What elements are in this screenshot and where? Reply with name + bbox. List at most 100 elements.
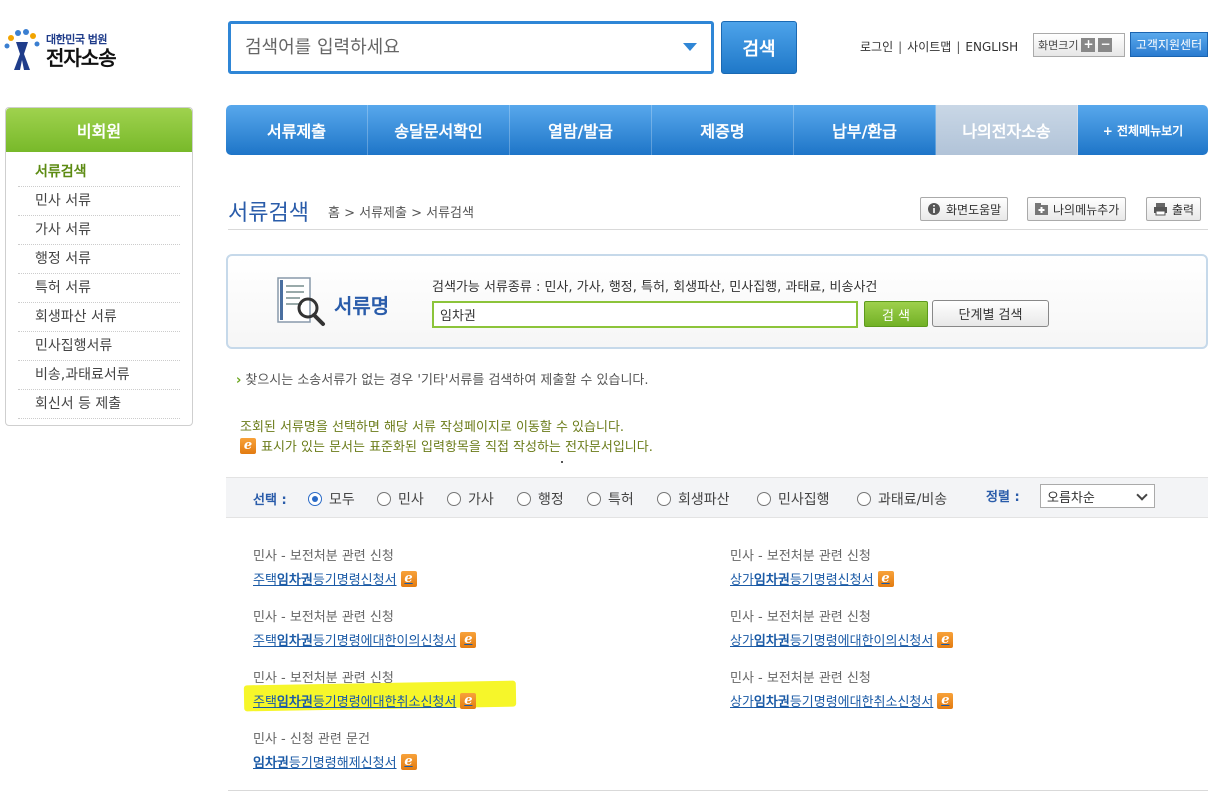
sidebar-item-patent[interactable]: 특허 서류	[18, 274, 180, 303]
logo-title: 전자소송	[46, 46, 117, 70]
screen-help-button[interactable]: 화면도움말	[920, 197, 1009, 221]
sidebar-item-non-contentious[interactable]: 비송,과태료서류	[18, 361, 180, 390]
document-search-button[interactable]: 검 색	[864, 301, 928, 327]
radio-circle[interactable]	[377, 492, 391, 506]
sidebar-item-administrative[interactable]: 행정 서류	[18, 245, 180, 274]
sidebar-item-civil[interactable]: 민사 서류	[18, 187, 180, 216]
radio-bankruptcy[interactable]: 회생파산	[657, 489, 730, 509]
result-link[interactable]: 주택 임차권 등기명령에대한이의신청서 e	[253, 630, 477, 649]
e-document-icon: e	[400, 570, 417, 587]
nav-document-submission[interactable]: 서류제출	[226, 105, 368, 155]
notice-e-document: e 표시가 있는 문서는 표준화된 입력항목을 직접 작성하는 전자문서입니다.	[240, 436, 653, 455]
result-prefix: 주택	[253, 573, 277, 588]
sidebar-item-civil-execution[interactable]: 민사집행서류	[18, 332, 180, 361]
title-divider	[228, 229, 1208, 230]
sort-value: 오름차순	[1047, 490, 1095, 506]
nav-view-issue[interactable]: 열람/발급	[510, 105, 652, 155]
result-link[interactable]: 상가 임차권 등기명령에대한취소신청서 e	[730, 691, 954, 710]
searchable-doc-types: 검색가능 서류종류 : 민사, 가사, 행정, 특허, 회생파산, 민사집행, …	[432, 280, 878, 295]
notice-other-text: 찾으시는 소송서류가 없는 경우 '기타'서류를 검색하여 제출할 수 있습니다…	[245, 373, 649, 388]
nav-delivery-check[interactable]: 송달문서확인	[368, 105, 510, 155]
result-suffix: 등기명령에대한이의신청서	[789, 634, 934, 649]
sidebar-item-bankruptcy[interactable]: 회생파산 서류	[18, 303, 180, 332]
result-prefix: 상가	[730, 695, 754, 710]
radio-circle[interactable]	[308, 492, 322, 506]
court-logo[interactable]: 대한민국 법원 전자소송	[4, 28, 134, 72]
sidebar-item-reply-submission[interactable]: 회신서 등 제출	[18, 390, 180, 419]
help-center-button[interactable]: 고객지원센터	[1130, 32, 1208, 57]
filter-label: 선택 :	[253, 493, 287, 508]
radio-label: 행정	[538, 492, 564, 508]
radio-civil-execution[interactable]: 민사집행	[757, 489, 830, 509]
chevron-down-icon	[1136, 489, 1148, 501]
english-link[interactable]: ENGLISH	[965, 40, 1018, 54]
step-search-button[interactable]: 단계별 검색	[932, 300, 1049, 327]
result-item: 민사 - 보전처분 관련 신청 주택 임차권 등기명령에대한이의신청서 e	[253, 606, 477, 649]
radio-fine-non-contentious[interactable]: 과태료/비송	[857, 489, 947, 509]
nav-payment-refund[interactable]: 납부/환급	[794, 105, 936, 155]
print-button[interactable]: 출력	[1146, 197, 1202, 221]
radio-family[interactable]: 가사	[447, 489, 494, 509]
result-link[interactable]: 상가 임차권 등기명령에대한이의신청서 e	[730, 630, 954, 649]
radio-circle[interactable]	[757, 492, 771, 506]
sidebar-item-family[interactable]: 가사 서류	[18, 216, 180, 245]
radio-circle[interactable]	[857, 492, 871, 506]
font-size-minus-button[interactable]: −	[1098, 38, 1113, 52]
result-keyword: 임차권	[276, 573, 313, 588]
result-suffix: 등기명령해제신청서	[288, 756, 397, 771]
radio-circle[interactable]	[657, 492, 671, 506]
font-size-plus-button[interactable]: +	[1081, 38, 1096, 52]
sitemap-link[interactable]: 사이트맵	[907, 38, 951, 55]
result-link[interactable]: 상가 임차권 등기명령신청서 e	[730, 569, 894, 588]
result-keyword: 임차권	[253, 756, 289, 771]
add-my-menu-button[interactable]: 나의메뉴추가	[1027, 197, 1127, 221]
info-icon	[927, 202, 942, 216]
radio-administrative[interactable]: 행정	[517, 489, 564, 509]
add-my-menu-label: 나의메뉴추가	[1053, 202, 1120, 217]
result-item: 민사 - 보전처분 관련 신청 주택 임차권 등기명령신청서 e	[253, 545, 417, 588]
global-search-button[interactable]: 검색	[721, 21, 797, 74]
document-search-icon	[276, 276, 328, 328]
result-keyword: 임차권	[753, 573, 790, 588]
result-category: 민사 - 보전처분 관련 신청	[253, 610, 394, 625]
radio-circle[interactable]	[517, 492, 531, 506]
nav-my-e-litigation[interactable]: 나의전자소송	[936, 105, 1078, 155]
search-dropdown-icon[interactable]	[683, 43, 697, 51]
result-item: 민사 - 보전처분 관련 신청 상가 임차권 등기명령에대한취소신청서 e	[730, 667, 954, 710]
radio-label: 회생파산	[678, 492, 730, 508]
font-size-label: 화면크기	[1038, 39, 1079, 52]
radio-all[interactable]: 모두	[308, 489, 355, 509]
sidebar-item-document-search[interactable]: 서류검색	[18, 158, 180, 187]
radio-circle[interactable]	[587, 492, 601, 506]
screen-help-label: 화면도움말	[946, 202, 1002, 217]
result-prefix: 주택	[253, 695, 277, 710]
radio-circle[interactable]	[447, 492, 461, 506]
result-suffix: 등기명령에대한취소신청서	[789, 695, 934, 710]
result-category: 민사 - 보전처분 관련 신청	[730, 549, 871, 564]
document-name-input[interactable]	[432, 301, 858, 328]
result-link[interactable]: 주택 임차권 등기명령에대한취소신청서 e	[253, 691, 477, 710]
e-document-icon: e	[937, 692, 954, 709]
nav-all-menu[interactable]: + 전체메뉴보기	[1078, 105, 1208, 155]
radio-civil[interactable]: 민사	[377, 489, 424, 509]
nav-certificates[interactable]: 제증명	[652, 105, 794, 155]
global-search-input[interactable]	[231, 27, 661, 68]
result-link[interactable]: 주택 임차권 등기명령신청서 e	[253, 569, 417, 588]
radio-patent[interactable]: 특허	[587, 489, 634, 509]
chevron-right-icon: ›	[236, 373, 242, 388]
result-category: 민사 - 보전처분 관련 신청	[730, 671, 871, 686]
e-document-icon: e	[240, 437, 256, 454]
result-item: 민사 - 보전처분 관련 신청 상가 임차권 등기명령신청서 e	[730, 545, 894, 588]
sort-select[interactable]: 오름차순	[1040, 484, 1155, 508]
result-category: 민사 - 보전처분 관련 신청	[730, 610, 871, 625]
login-link[interactable]: 로그인	[860, 38, 893, 55]
result-prefix: 주택	[253, 634, 277, 649]
notice-select-document: 조회된 서류명을 선택하면 해당 서류 작성페이지로 이동할 수 있습니다.	[240, 420, 625, 435]
document-name-label: 서류명	[334, 294, 390, 318]
document-search-panel: 서류명 검색가능 서류종류 : 민사, 가사, 행정, 특허, 회생파산, 민사…	[226, 254, 1208, 349]
main-navigation: 서류제출 송달문서확인 열람/발급 제증명 납부/환급 나의전자소송 + 전체메…	[226, 105, 1208, 155]
e-document-icon: e	[400, 753, 417, 770]
court-emblem-icon	[4, 28, 42, 72]
radio-label: 모두	[329, 492, 355, 508]
result-link[interactable]: 임차권 등기명령해제신청서 e	[253, 752, 417, 771]
